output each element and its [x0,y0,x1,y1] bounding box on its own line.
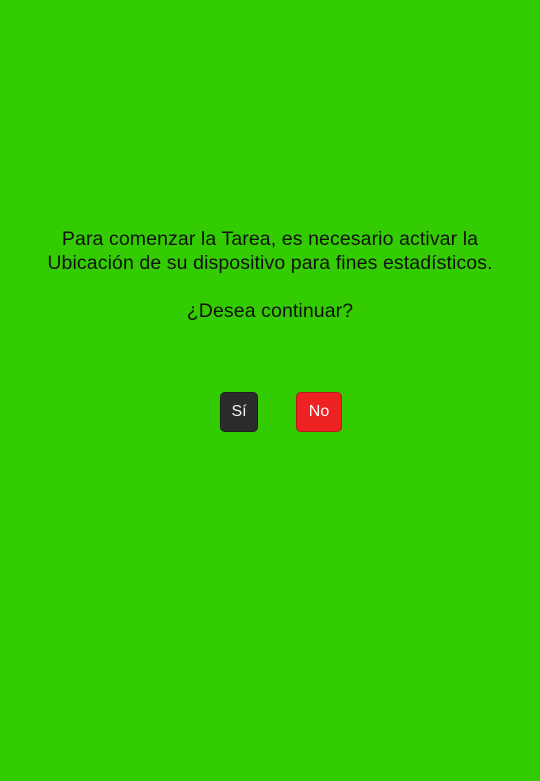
message-line-2: Ubicación de su dispositivo para fines e… [47,252,493,274]
permission-message: Para comenzar la Tarea, es necesario act… [0,227,540,323]
message-spacer [0,275,540,299]
no-button[interactable]: No [296,392,342,432]
continue-question: ¿Desea continuar? [186,300,354,322]
message-line-1: Para comenzar la Tarea, es necesario act… [61,228,479,250]
yes-button[interactable]: Sí [220,392,258,432]
